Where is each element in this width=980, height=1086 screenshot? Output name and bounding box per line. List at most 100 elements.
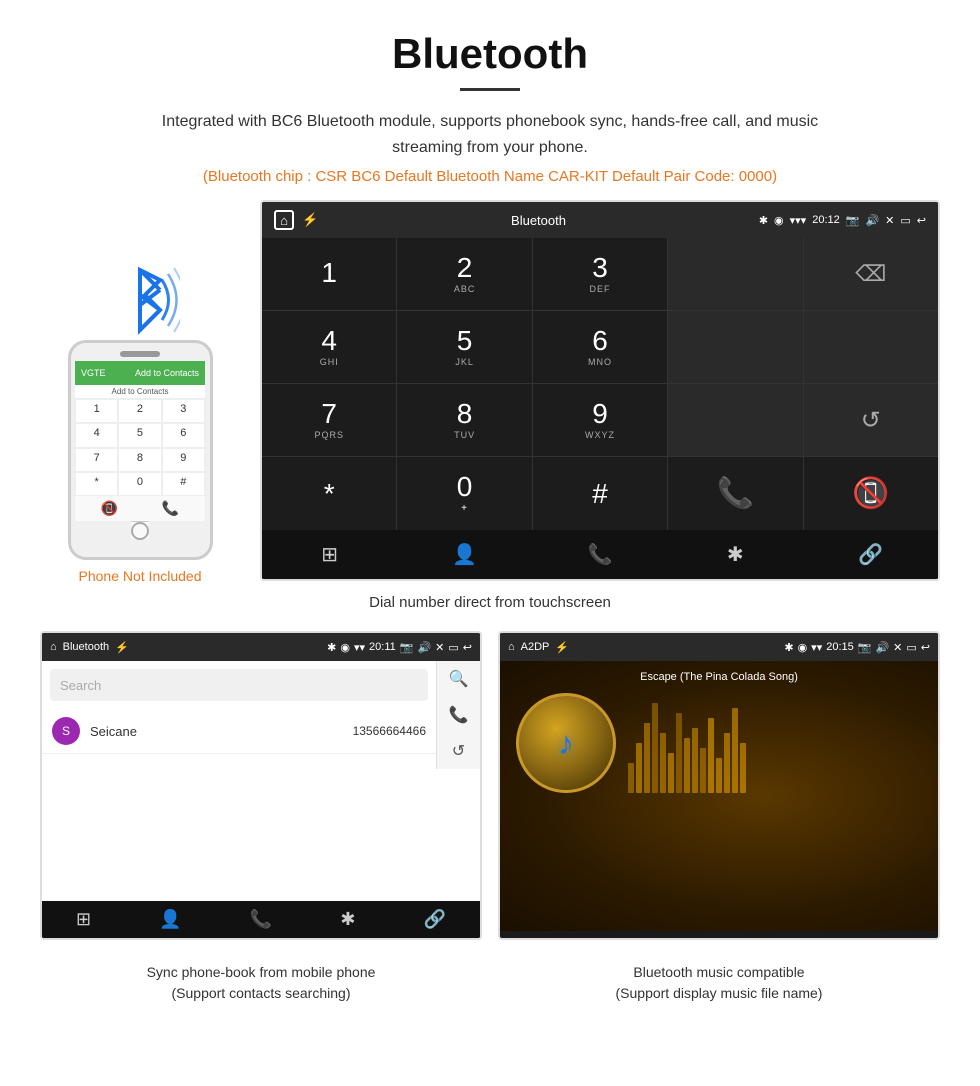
pb-search-bar[interactable]: Search	[50, 669, 428, 701]
eq-bar	[740, 743, 746, 793]
pb-bottom-link[interactable]: 🔗	[424, 909, 446, 930]
dial-key-empty-2	[668, 311, 802, 383]
back-icon: ↩	[917, 214, 926, 227]
dial-caption: Dial number direct from touchscreen	[0, 594, 980, 611]
x-pb: ✕	[435, 641, 444, 654]
dial-key-call[interactable]: 📞	[668, 457, 802, 530]
page-specs: (Bluetooth chip : CSR BC6 Default Blueto…	[20, 168, 960, 185]
music-main-area: ♪	[510, 693, 928, 793]
dial-key-empty-1	[668, 238, 802, 310]
dial-key-empty-3	[804, 311, 938, 383]
eq-bar	[716, 758, 722, 793]
eq-bar	[636, 743, 642, 793]
pb-bottom-bar: ⊞ 👤 📞 ✱ 🔗	[42, 901, 480, 938]
phone-image: VGTE Add to Contacts Add to Contacts 123…	[68, 340, 213, 560]
dial-bottom-bar: ⊞ 👤 📞 ✱ 🔗	[262, 530, 938, 579]
status-bar-dial: ⌂ ⚡ Bluetooth ✱ ◉ ▾▾▾ 20:12 📷 🔊 ✕ ▭ ↩	[262, 202, 938, 238]
vol-pb: 🔊	[417, 641, 431, 654]
status-bar-music: ⌂ A2DP ⚡ ✱ ◉ ▾▾ 20:15 📷 🔊 ✕ ▭ ↩	[500, 633, 938, 661]
cam-music: 📷	[858, 641, 872, 654]
pb-search-icon[interactable]: 🔍	[449, 669, 469, 689]
music-inner: Escape (The Pina Colada Song) ♪	[500, 661, 938, 803]
phonebook-caption-text: Sync phone-book from mobile phone(Suppor…	[40, 962, 482, 1004]
dial-key-backspace[interactable]: ⌫	[804, 238, 938, 310]
bottom-link-icon[interactable]: 🔗	[803, 542, 938, 567]
eq-bar	[660, 733, 666, 793]
dial-screenshot: ⌂ ⚡ Bluetooth ✱ ◉ ▾▾▾ 20:12 📷 🔊 ✕ ▭ ↩ 1	[260, 200, 940, 581]
music-equalizer	[628, 693, 922, 793]
dial-key-9[interactable]: 9 WXYZ	[533, 384, 667, 456]
eq-bar	[700, 748, 706, 793]
pb-bottom-bt[interactable]: ✱	[340, 909, 355, 930]
pb-contact-name: Seicane	[90, 724, 353, 739]
home-icon: ⌂	[274, 210, 294, 230]
volume-icon: 🔊	[865, 214, 879, 227]
dial-key-0[interactable]: 0 +	[397, 457, 531, 530]
cam-pb: 📷	[400, 641, 414, 654]
phonebook-screenshot: ⌂ Bluetooth ⚡ ✱ ◉ ▾▾ 20:11 📷 🔊 ✕ ▭ ↩ Sea	[40, 631, 482, 940]
phonebook-content: Search S Seicane 13566664466 🔍 📞 ↺	[42, 661, 480, 901]
eq-bar	[732, 708, 738, 793]
music-bluetooth-icon: ♪	[558, 725, 574, 762]
pb-bottom-contacts[interactable]: 👤	[159, 909, 181, 930]
status-label-dial: Bluetooth	[511, 213, 566, 228]
dial-key-empty-4	[668, 384, 802, 456]
pb-contact-number: 13566664466	[353, 724, 426, 738]
music-song-title: Escape (The Pina Colada Song)	[510, 671, 928, 683]
signal-music: ▾▾	[811, 641, 822, 654]
home-icon-music: ⌂	[508, 641, 515, 653]
pb-side-icons: 🔍 📞 ↺	[436, 661, 480, 769]
dial-key-8[interactable]: 8 TUV	[397, 384, 531, 456]
dial-key-5[interactable]: 5 JKL	[397, 311, 531, 383]
pb-bottom-apps[interactable]: ⊞	[76, 909, 91, 930]
pb-bottom-call[interactable]: 📞	[250, 909, 272, 930]
dial-key-hangup[interactable]: 📵	[804, 457, 938, 530]
dial-key-1[interactable]: 1	[262, 238, 396, 310]
music-caption-sub: (Support display music file name)	[616, 985, 823, 1001]
eq-bar	[692, 728, 698, 793]
dial-key-7[interactable]: 7 PQRS	[262, 384, 396, 456]
signal-icon: ▾▾▾	[790, 214, 807, 227]
pb-refresh-icon[interactable]: ↺	[452, 741, 465, 761]
bottom-bluetooth-icon[interactable]: ✱	[668, 542, 803, 567]
bt-icon-pb: ✱	[327, 641, 336, 654]
bottom-contacts-icon[interactable]: 👤	[397, 542, 532, 567]
phone-speaker	[120, 351, 160, 357]
music-label: A2DP	[521, 641, 550, 653]
time-music: 20:15	[826, 641, 854, 653]
pb-contact-row[interactable]: S Seicane 13566664466	[42, 709, 436, 754]
dial-pad[interactable]: 1 2 ABC 3 DEF ⌫ 4 GHI 5 JKL	[262, 238, 938, 530]
music-caption-text: Bluetooth music compatible(Support displ…	[498, 962, 940, 1004]
bt-icon-music: ✱	[784, 641, 793, 654]
phone-not-included-label: Phone Not Included	[79, 568, 202, 584]
music-caption: Bluetooth music compatible(Support displ…	[498, 956, 940, 1004]
pb-list-area: Search S Seicane 13566664466	[42, 661, 436, 769]
pb-call-icon[interactable]: 📞	[449, 705, 469, 725]
eq-bar	[676, 713, 682, 793]
location-icon: ◉	[774, 214, 784, 227]
usb-icon-music: ⚡	[555, 641, 569, 654]
dial-key-star[interactable]: *	[262, 457, 396, 530]
phone-home-bar	[131, 521, 149, 539]
pb-label: Bluetooth	[63, 641, 109, 653]
page-description: Integrated with BC6 Bluetooth module, su…	[140, 109, 840, 160]
dial-key-3[interactable]: 3 DEF	[533, 238, 667, 310]
eq-bar	[708, 718, 714, 793]
search-placeholder: Search	[60, 678, 101, 693]
dial-key-6[interactable]: 6 MNO	[533, 311, 667, 383]
eq-bar	[652, 703, 658, 793]
dial-key-refresh[interactable]: ↺	[804, 384, 938, 456]
usb-icon: ⚡	[302, 212, 318, 228]
eq-bar	[668, 753, 674, 793]
dial-key-4[interactable]: 4 GHI	[262, 311, 396, 383]
music-content: Escape (The Pina Colada Song) ♪ ⏮ ⏯ ⏭	[500, 661, 938, 931]
dial-key-hash[interactable]: #	[533, 457, 667, 530]
page-title: Bluetooth	[20, 30, 960, 78]
bottom-call-icon[interactable]: 📞	[532, 542, 667, 567]
back-music: ↩	[921, 641, 930, 654]
eq-bar	[724, 733, 730, 793]
home-icon-pb: ⌂	[50, 641, 57, 653]
bottom-apps-icon[interactable]: ⊞	[262, 542, 397, 567]
dial-key-2[interactable]: 2 ABC	[397, 238, 531, 310]
scr-pb: ▭	[448, 641, 458, 654]
